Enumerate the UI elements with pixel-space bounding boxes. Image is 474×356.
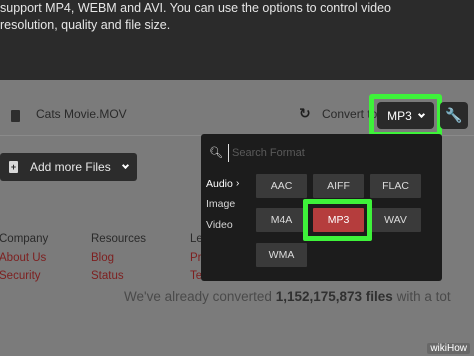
add-more-files-button[interactable]: + Add more Files — [0, 153, 137, 181]
file-icon — [11, 110, 20, 122]
file-name: Cats Movie.MOV — [36, 107, 127, 121]
category-video[interactable]: Video — [206, 219, 233, 231]
search-icon: 🔍︎ — [209, 146, 223, 159]
category-audio[interactable]: Audio — [206, 178, 233, 190]
footer-link-privacy[interactable]: Pr — [190, 252, 202, 264]
mp3-highlight-box — [303, 199, 372, 241]
intro-section: support MP4, WEBM and AVI. You can use t… — [0, 0, 474, 80]
footer-company-heading: Company — [0, 233, 49, 245]
footer-link-about[interactable]: About Us — [0, 252, 46, 264]
footer-resources-heading: Resources — [91, 233, 146, 245]
format-value: MP3 — [387, 108, 412, 123]
intro-text-line-1: support MP4, WEBM and AVI. You can use t… — [0, 1, 391, 15]
footer-link-status[interactable]: Status — [91, 270, 124, 282]
settings-button[interactable]: 🔧 — [440, 102, 468, 129]
chevron-down-icon — [121, 161, 129, 170]
watermark: wikiHow — [427, 343, 470, 354]
stats-prefix: We've already converted — [124, 289, 272, 304]
chevron-right-icon: › — [236, 178, 240, 189]
stats-files: files — [365, 289, 393, 304]
format-search-input[interactable] — [228, 144, 428, 162]
add-file-icon: + — [9, 161, 18, 173]
add-more-files-label: Add more Files — [30, 160, 111, 174]
format-option-flac[interactable]: FLAC — [370, 174, 421, 198]
format-option-wma[interactable]: WMA — [256, 243, 307, 267]
format-select-button[interactable]: MP3 — [377, 102, 434, 129]
footer-link-security[interactable]: Security — [0, 270, 41, 282]
wrench-icon: 🔧 — [445, 107, 463, 124]
stats-count: 1,152,175,873 — [275, 289, 363, 304]
intro-text-line-2: resolution, quality and file size. — [0, 18, 171, 32]
refresh-icon[interactable]: ↻ — [299, 106, 311, 122]
format-option-aac[interactable]: AAC — [256, 174, 307, 198]
footer-link-blog[interactable]: Blog — [91, 252, 114, 264]
category-image[interactable]: Image — [206, 198, 235, 210]
format-option-wav[interactable]: WAV — [370, 208, 421, 232]
format-option-m4a[interactable]: M4A — [256, 208, 307, 232]
format-option-aiff[interactable]: AIFF — [313, 174, 364, 198]
conversion-stats: We've already converted 1,152,175,873 fi… — [124, 289, 451, 304]
stats-suffix: with a tot — [396, 289, 451, 304]
chevron-down-icon — [417, 110, 425, 118]
